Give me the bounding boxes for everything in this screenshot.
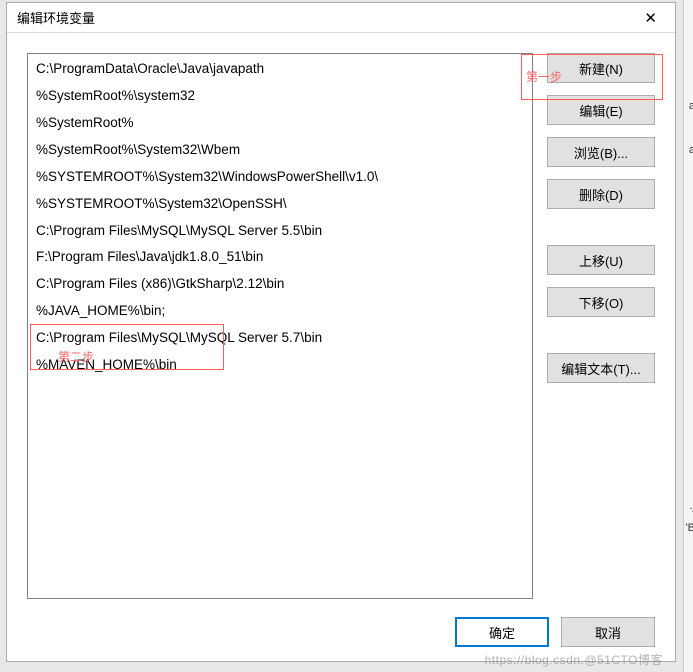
list-item[interactable]: C:\Program Files\MySQL\MySQL Server 5.5\… <box>30 218 530 245</box>
move-down-button[interactable]: 下移(O) <box>547 287 655 317</box>
path-list-inner: C:\ProgramData\Oracle\Java\javapath %Sys… <box>28 54 532 381</box>
list-item[interactable]: F:\Program Files\Java\jdk1.8.0_51\bin <box>30 244 530 271</box>
cancel-button[interactable]: 取消 <box>561 617 655 647</box>
spacer <box>547 329 655 353</box>
list-item[interactable]: %SystemRoot%\System32\Wbem <box>30 137 530 164</box>
ok-button[interactable]: 确定 <box>455 617 549 647</box>
dialog-title: 编辑环境变量 <box>17 8 634 27</box>
list-item[interactable]: C:\ProgramData\Oracle\Java\javapath <box>30 56 530 83</box>
spacer <box>547 221 655 245</box>
list-item[interactable]: %SYSTEMROOT%\System32\OpenSSH\ <box>30 191 530 218</box>
main-row: C:\ProgramData\Oracle\Java\javapath %Sys… <box>27 53 655 599</box>
list-item[interactable]: %JAVA_HOME%\bin; <box>30 298 530 325</box>
edit-env-var-dialog: 编辑环境变量 ✕ C:\ProgramData\Oracle\Java\java… <box>6 2 676 662</box>
path-listbox[interactable]: C:\ProgramData\Oracle\Java\javapath %Sys… <box>27 53 533 599</box>
list-item[interactable]: %SYSTEMROOT%\System32\WindowsPowerShell\… <box>30 164 530 191</box>
delete-button[interactable]: 删除(D) <box>547 179 655 209</box>
dialog-content: C:\ProgramData\Oracle\Java\javapath %Sys… <box>7 33 675 661</box>
dialog-footer: 确定 取消 <box>27 599 655 647</box>
edit-text-button[interactable]: 编辑文本(T)... <box>547 353 655 383</box>
side-button-column: 新建(N) 编辑(E) 浏览(B)... 删除(D) 上移(U) 下移(O) 编… <box>547 53 655 599</box>
bg-text-b: 'B <box>686 522 693 534</box>
background-sliver: a a .j 'B <box>683 0 693 672</box>
move-up-button[interactable]: 上移(U) <box>547 245 655 275</box>
list-item[interactable]: %SystemRoot% <box>30 110 530 137</box>
list-item[interactable]: C:\Program Files\MySQL\MySQL Server 5.7\… <box>30 325 530 352</box>
list-item[interactable]: C:\Program Files (x86)\GtkSharp\2.12\bin <box>30 271 530 298</box>
edit-button[interactable]: 编辑(E) <box>547 95 655 125</box>
titlebar: 编辑环境变量 ✕ <box>7 3 675 33</box>
list-item[interactable]: %MAVEN_HOME%\bin <box>30 352 530 379</box>
bg-text-a: a <box>689 100 693 112</box>
new-button[interactable]: 新建(N) <box>547 53 655 83</box>
bg-text-c: .j <box>690 500 693 512</box>
close-icon[interactable]: ✕ <box>634 9 667 27</box>
list-item[interactable]: %SystemRoot%\system32 <box>30 83 530 110</box>
browse-button[interactable]: 浏览(B)... <box>547 137 655 167</box>
bg-text-a2: a <box>689 144 693 156</box>
